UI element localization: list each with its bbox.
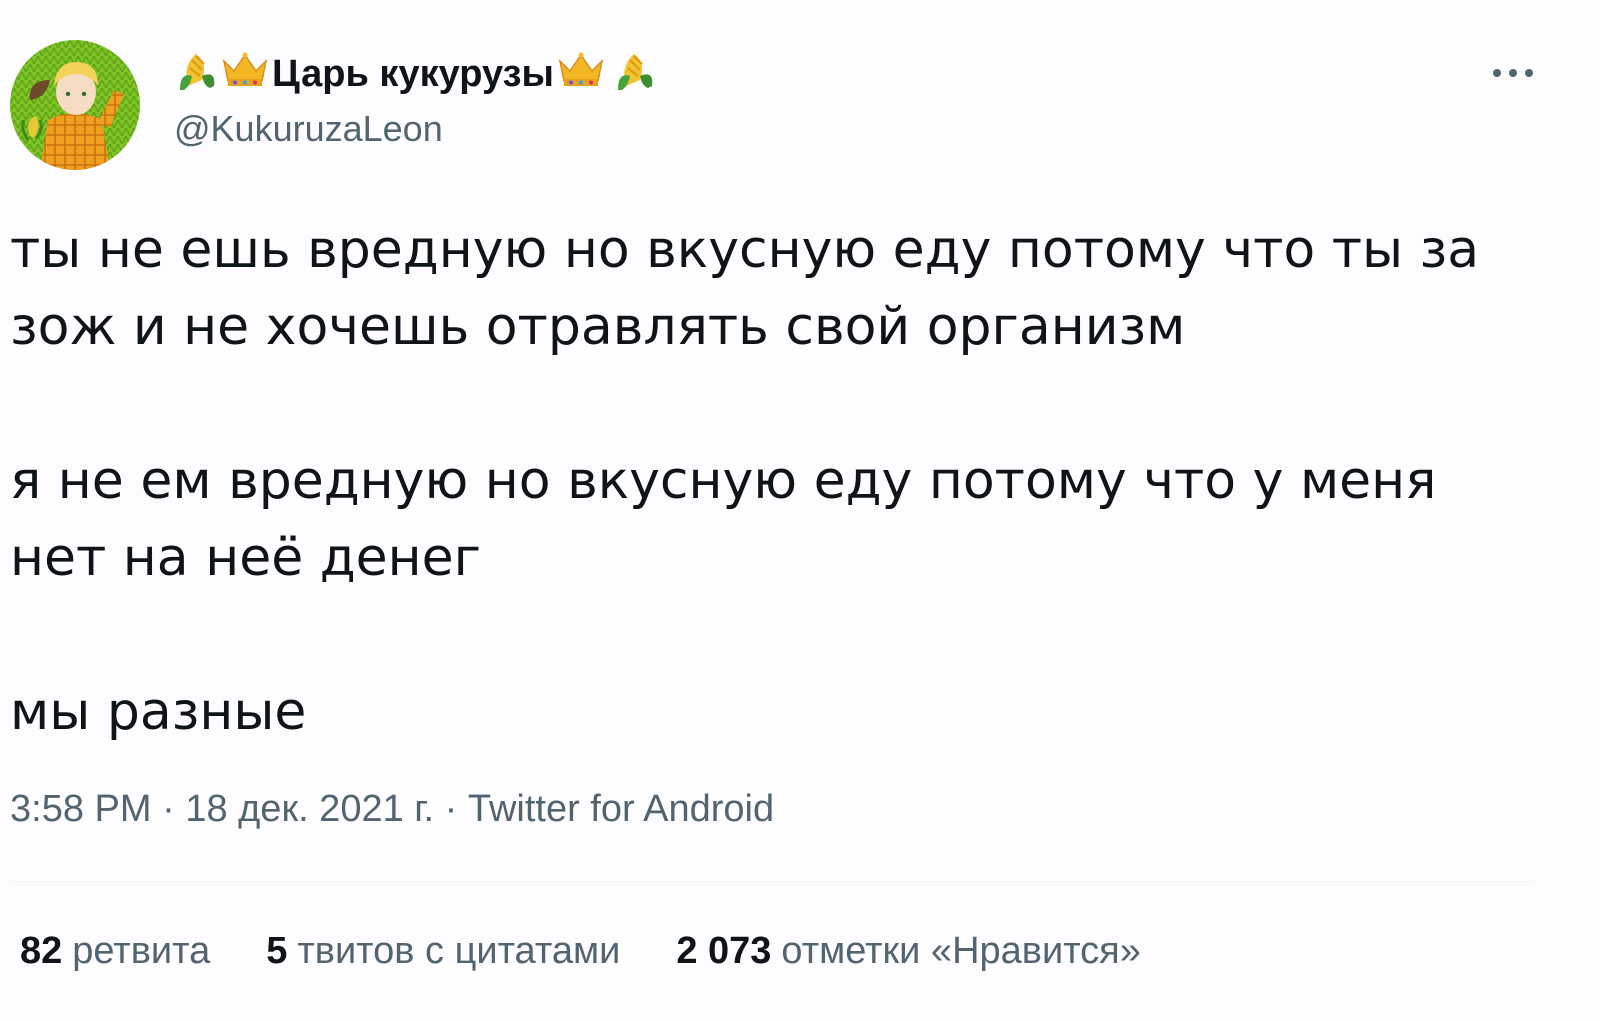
tweet-paragraph: ты не ешь вредную но вкусную еду потому …: [10, 220, 1480, 357]
quotes-count: 5: [266, 930, 288, 972]
likes-stat[interactable]: 2 073 отметки «Нравится»: [676, 930, 1141, 973]
tweet-paragraph: я не ем вредную но вкусную еду потому чт…: [10, 451, 1437, 588]
engagement-stats: 82 ретвита 5 твитов с цитатами 2 073 отметк…: [20, 930, 1141, 973]
tweet-paragraph: мы разные: [10, 682, 307, 742]
corn-icon: [612, 46, 658, 102]
quotes-stat[interactable]: 5 твитов с цитатами: [266, 930, 620, 973]
tweet-card: Царь кукурузы @KukuruzaLeon ты не ешь вр…: [0, 0, 1600, 1021]
crown-icon: [556, 49, 606, 99]
author-handle[interactable]: @KukuruzaLeon: [174, 108, 658, 150]
author-header: Царь кукурузы @KukuruzaLeon: [174, 48, 658, 150]
quotes-label: твитов с цитатами: [297, 930, 621, 972]
ellipsis-icon: [1493, 69, 1533, 77]
avatar[interactable]: [10, 40, 140, 170]
corn-icon: [174, 46, 220, 102]
retweets-count: 82: [20, 930, 63, 972]
likes-count: 2 073: [676, 930, 772, 972]
retweets-label: ретвита: [72, 930, 211, 972]
tweet-source[interactable]: Twitter for Android: [468, 788, 774, 830]
tweet-metadata: 3:58 PM · 18 дек. 2021 г. · Twitter for …: [10, 788, 774, 831]
tweet-date[interactable]: 18 дек. 2021 г.: [185, 788, 434, 830]
meta-separator: ·: [162, 788, 186, 830]
retweets-stat[interactable]: 82 ретвита: [20, 930, 210, 973]
crown-icon: [220, 49, 270, 99]
likes-label: отметки «Нравится»: [781, 930, 1141, 972]
tweet-time[interactable]: 3:58 PM: [10, 788, 152, 830]
tweet-text: ты не ешь вредную но вкусную еду потому …: [10, 212, 1540, 751]
display-name-text[interactable]: Царь кукурузы: [272, 53, 554, 96]
divider: [10, 881, 1534, 882]
more-options-button[interactable]: [1488, 58, 1538, 88]
author-display-name[interactable]: Царь кукурузы: [174, 48, 658, 100]
meta-separator: ·: [444, 788, 468, 830]
